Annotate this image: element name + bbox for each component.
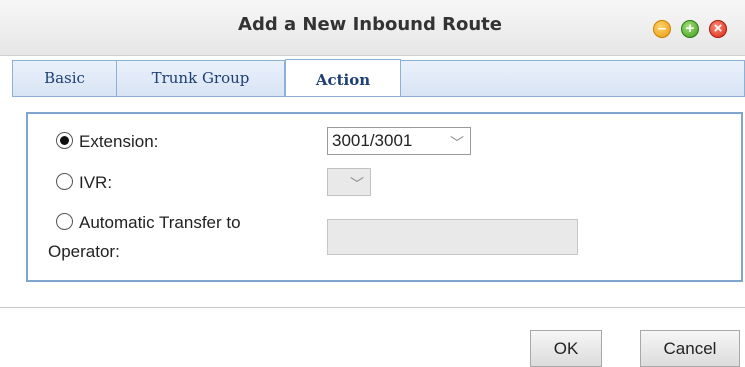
extension-radio[interactable] <box>56 132 73 149</box>
tab-strip: Basic Trunk Group Action <box>12 59 745 99</box>
cancel-button[interactable]: Cancel <box>640 330 740 367</box>
footer-divider <box>0 307 745 308</box>
ivr-radio[interactable] <box>56 173 73 190</box>
title-bar: Add a New Inbound Route – + × <box>0 0 745 56</box>
auto-transfer-label-line1: Automatic Transfer to <box>79 213 241 232</box>
dialog-title: Add a New Inbound Route <box>238 14 502 35</box>
minimize-circle-icon[interactable]: – <box>653 20 671 38</box>
ivr-select[interactable]: ﹀ <box>327 168 371 196</box>
tab-basic[interactable]: Basic <box>13 61 117 97</box>
tab-action[interactable]: Action <box>285 59 401 99</box>
close-circle-icon[interactable]: × <box>709 20 727 38</box>
chevron-down-icon: ﹀ <box>450 135 464 151</box>
ok-button[interactable]: OK <box>530 330 602 367</box>
auto-transfer-radio[interactable] <box>56 213 73 230</box>
extension-select[interactable]: 3001/3001 ﹀ <box>327 127 471 155</box>
auto-transfer-label-line2: Operator: <box>48 242 120 261</box>
tab-trunk-group[interactable]: Trunk Group <box>117 61 285 97</box>
maximize-circle-icon[interactable]: + <box>681 20 699 38</box>
operator-input[interactable] <box>327 219 578 255</box>
extension-select-value: 3001/3001 <box>332 131 413 150</box>
ivr-label: IVR: <box>79 173 113 192</box>
extension-label: Extension: <box>79 132 159 151</box>
chevron-down-icon: ﹀ <box>350 176 364 192</box>
